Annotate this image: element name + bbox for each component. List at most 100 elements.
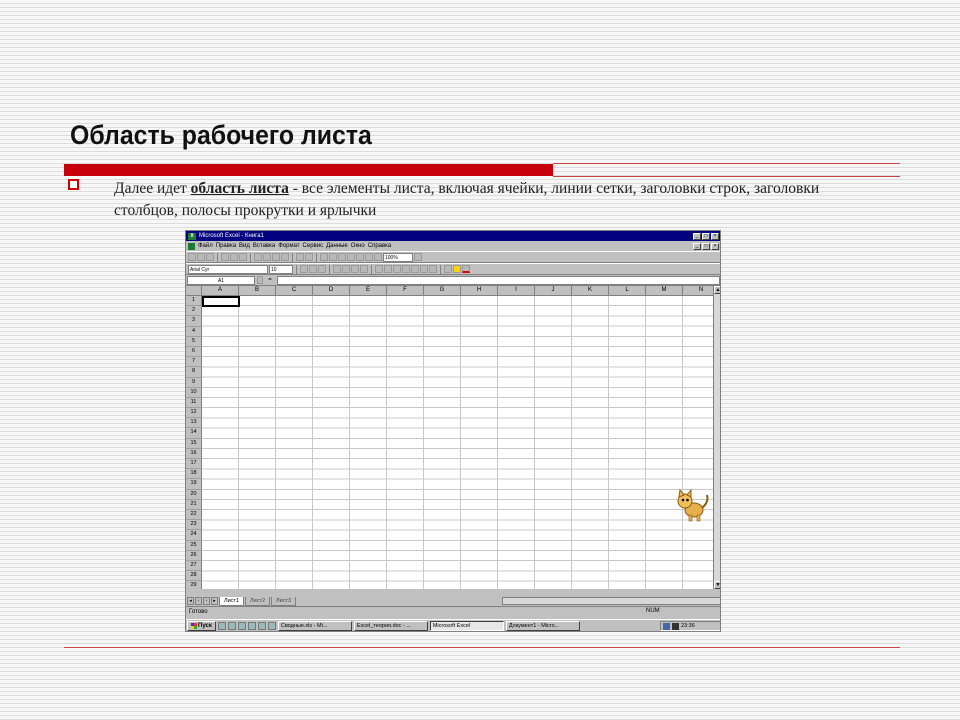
row-header[interactable]: 9 <box>186 377 202 388</box>
tray-icon[interactable] <box>672 622 679 630</box>
menu-item-help[interactable]: Справка <box>368 243 392 249</box>
sheet-tab-2[interactable]: Лист2 <box>245 596 271 606</box>
taskbar-item-active[interactable]: Microsoft Excel <box>429 621 504 631</box>
spelling-icon[interactable] <box>239 253 247 261</box>
taskbar-item[interactable]: Сводные.xls - Mi... <box>277 621 352 631</box>
paste-icon[interactable] <box>272 253 280 261</box>
drawing-icon[interactable] <box>374 253 382 261</box>
column-header-b[interactable]: B <box>239 286 276 296</box>
horizontal-scrollbar[interactable] <box>502 597 720 605</box>
column-header-j[interactable]: J <box>535 286 572 296</box>
row-header[interactable]: 8 <box>186 367 202 378</box>
column-header-n[interactable]: N <box>683 286 713 296</box>
row-header[interactable]: 26 <box>186 550 202 561</box>
chart-wizard-icon[interactable] <box>365 253 373 261</box>
row-header[interactable]: 20 <box>186 489 202 500</box>
doc-minimize-button[interactable]: _ <box>693 242 701 250</box>
row-header[interactable]: 21 <box>186 499 202 510</box>
row-header[interactable]: 16 <box>186 448 202 459</box>
autosum-icon[interactable] <box>329 253 337 261</box>
scroll-up-arrow-icon[interactable]: ▲ <box>714 286 720 294</box>
copy-icon[interactable] <box>263 253 271 261</box>
menu-item-tools[interactable]: Сервис <box>303 243 324 249</box>
column-header-c[interactable]: C <box>276 286 313 296</box>
row-header[interactable]: 23 <box>186 520 202 531</box>
doc-icon[interactable] <box>188 242 195 250</box>
column-header-g[interactable]: G <box>424 286 461 296</box>
vertical-scrollbar[interactable]: ▲ ▼ <box>713 286 720 589</box>
select-all-corner[interactable] <box>186 286 202 296</box>
quicklaunch-icon[interactable] <box>267 622 276 630</box>
excel-app-icon[interactable]: X <box>188 232 196 240</box>
row-header[interactable]: 17 <box>186 459 202 470</box>
column-header-d[interactable]: D <box>313 286 350 296</box>
cell-grid[interactable] <box>202 296 713 589</box>
row-header[interactable]: 2 <box>186 306 202 317</box>
font-size-combo[interactable]: 10 <box>269 264 293 274</box>
close-button[interactable]: × <box>711 232 719 240</box>
column-header-m[interactable]: M <box>646 286 683 296</box>
column-header-e[interactable]: E <box>350 286 387 296</box>
hyperlink-icon[interactable] <box>320 253 328 261</box>
underline-icon[interactable] <box>318 265 326 273</box>
italic-icon[interactable] <box>309 265 317 273</box>
merge-center-icon[interactable] <box>360 265 368 273</box>
row-header[interactable]: 28 <box>186 571 202 582</box>
quicklaunch-icon[interactable] <box>217 622 226 630</box>
menu-item-window[interactable]: Окно <box>351 243 365 249</box>
minimize-button[interactable]: _ <box>693 232 701 240</box>
quicklaunch-icon[interactable] <box>257 622 266 630</box>
currency-icon[interactable] <box>375 265 383 273</box>
decrease-indent-icon[interactable] <box>420 265 428 273</box>
row-header[interactable]: 22 <box>186 509 202 521</box>
row-header[interactable]: 14 <box>186 428 202 439</box>
doc-restore-button[interactable]: □ <box>702 242 710 250</box>
column-header-a[interactable]: A <box>202 286 239 296</box>
open-icon[interactable] <box>197 253 205 261</box>
column-header-k[interactable]: K <box>572 286 609 296</box>
bold-icon[interactable] <box>300 265 308 273</box>
maximize-button[interactable]: □ <box>702 232 710 240</box>
column-header-h[interactable]: H <box>461 286 498 296</box>
sheet-tab-1[interactable]: Лист1 <box>219 596 245 606</box>
row-header[interactable]: 13 <box>186 418 202 429</box>
tab-last-icon[interactable]: ▸ <box>211 597 218 605</box>
quicklaunch-icon[interactable] <box>227 622 236 630</box>
format-painter-icon[interactable] <box>281 253 289 261</box>
row-header[interactable]: 12 <box>186 408 202 419</box>
column-header-l[interactable]: L <box>609 286 646 296</box>
redo-icon[interactable] <box>305 253 313 261</box>
row-header[interactable]: 18 <box>186 469 202 480</box>
percent-icon[interactable] <box>384 265 392 273</box>
align-left-icon[interactable] <box>333 265 341 273</box>
row-header[interactable]: 24 <box>186 530 202 541</box>
quicklaunch-icon[interactable] <box>237 622 246 630</box>
row-header[interactable]: 4 <box>186 326 202 337</box>
tab-next-icon[interactable]: › <box>203 597 210 605</box>
zoom-combo[interactable]: 100% <box>383 252 413 262</box>
comma-icon[interactable] <box>393 265 401 273</box>
decrease-decimal-icon[interactable] <box>411 265 419 273</box>
office-cat-assistant-icon[interactable] <box>672 488 712 522</box>
save-icon[interactable] <box>206 253 214 261</box>
help-icon[interactable] <box>414 253 422 261</box>
name-box-dropdown-icon[interactable] <box>257 276 263 284</box>
increase-decimal-icon[interactable] <box>402 265 410 273</box>
tab-first-icon[interactable]: ◂ <box>187 597 194 605</box>
start-button[interactable]: Пуск <box>187 621 216 631</box>
menu-item-view[interactable]: Вид <box>239 243 250 249</box>
row-header[interactable]: 6 <box>186 346 202 358</box>
row-header[interactable]: 27 <box>186 560 202 572</box>
row-header[interactable]: 25 <box>186 540 202 551</box>
align-right-icon[interactable] <box>351 265 359 273</box>
tab-prev-icon[interactable]: ‹ <box>195 597 202 605</box>
undo-icon[interactable] <box>296 253 304 261</box>
row-header[interactable]: 19 <box>186 479 202 490</box>
fill-color-icon[interactable] <box>453 265 461 273</box>
row-header[interactable]: 15 <box>186 438 202 449</box>
menu-item-file[interactable]: Файл <box>198 243 213 249</box>
doc-close-button[interactable]: × <box>711 242 719 250</box>
taskbar-item[interactable]: Excel_теория.doc - ... <box>353 621 428 631</box>
cut-icon[interactable] <box>254 253 262 261</box>
row-header[interactable]: 10 <box>186 387 202 398</box>
